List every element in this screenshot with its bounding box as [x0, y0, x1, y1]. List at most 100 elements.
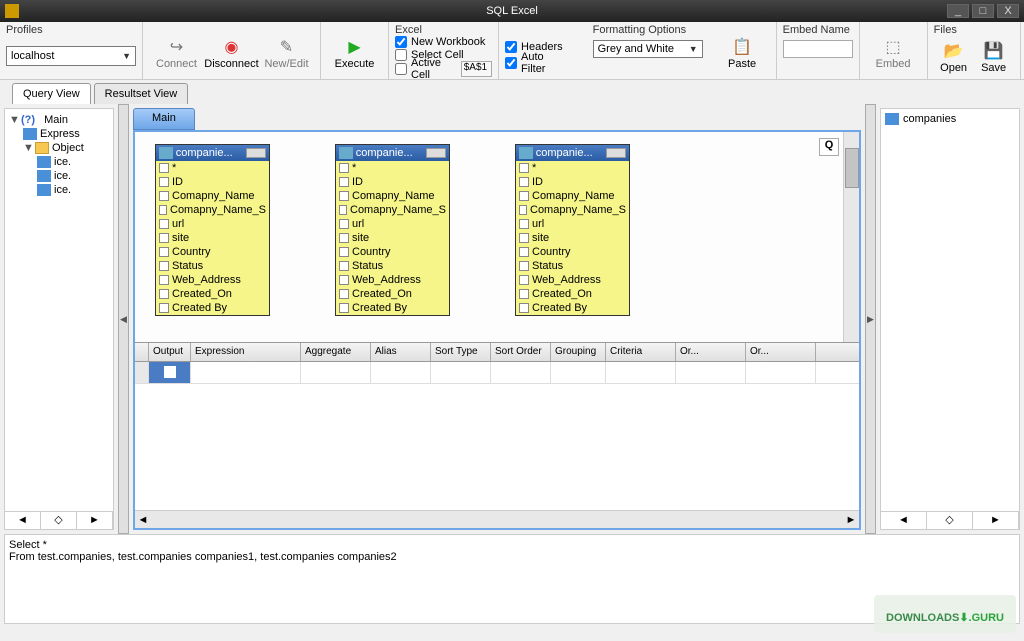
open-button[interactable]: 📂Open [934, 36, 974, 74]
table-window-1[interactable]: companie... *IDComapny_NameComapny_Name_… [155, 144, 270, 316]
column-row[interactable]: Country [516, 245, 629, 259]
save-button[interactable]: 💾Save [974, 36, 1014, 74]
col-or1[interactable]: Or... [676, 343, 746, 361]
embedname-label: Embed Name [783, 24, 853, 36]
tree-ice2[interactable]: ice. [9, 169, 109, 183]
column-row[interactable]: url [516, 217, 629, 231]
column-row[interactable]: Country [156, 245, 269, 259]
new-workbook-checkbox[interactable]: New Workbook [395, 36, 492, 49]
formatting-combo[interactable]: Grey and White▼ [593, 40, 703, 58]
newedit-button[interactable]: ✎New/Edit [259, 32, 314, 70]
rp-nav-right[interactable]: ► [973, 512, 1019, 529]
files-label: Files [934, 24, 1014, 36]
query-icon-button[interactable]: Q [819, 138, 839, 156]
table-window-3[interactable]: companie... *IDComapny_NameComapny_Name_… [515, 144, 630, 316]
embedname-field[interactable] [783, 40, 853, 58]
col-sorttype[interactable]: Sort Type [431, 343, 491, 361]
column-row[interactable]: * [336, 161, 449, 175]
column-row[interactable]: site [156, 231, 269, 245]
column-row[interactable]: Comapny_Name [156, 189, 269, 203]
tree-nav-right[interactable]: ► [77, 512, 113, 529]
criteria-grid-header: Output Expression Aggregate Alias Sort T… [135, 342, 859, 362]
watermark: DOWNLOADS⬇.GURU [874, 595, 1016, 633]
column-row[interactable]: Comapny_Name [336, 189, 449, 203]
cell-ref-field[interactable]: $A$1 [461, 61, 492, 77]
column-row[interactable]: Comapny_Name_S [516, 203, 629, 217]
tablewin-minimize-icon[interactable] [426, 148, 446, 158]
column-row[interactable]: Country [336, 245, 449, 259]
col-output[interactable]: Output [149, 343, 191, 361]
rp-nav-mid[interactable]: ◇ [927, 512, 973, 529]
active-cell-checkbox[interactable]: Active Cell $A$1 [395, 61, 492, 77]
splitter-right[interactable]: ▶ [865, 104, 876, 534]
paste-button[interactable]: 📋Paste [715, 32, 770, 70]
profiles-combo[interactable]: localhost ▼ [6, 46, 136, 66]
column-row[interactable]: * [156, 161, 269, 175]
tables-canvas[interactable]: Q companie... *IDComapny_NameComapny_Nam… [135, 132, 859, 342]
tree-nav-mid[interactable]: ◇ [41, 512, 77, 529]
column-row[interactable]: Created_On [336, 287, 449, 301]
column-row[interactable]: site [516, 231, 629, 245]
tab-query-view[interactable]: Query View [12, 83, 91, 104]
close-window-button[interactable]: X [997, 4, 1019, 18]
view-tabs: Query View Resultset View [0, 80, 1024, 104]
column-row[interactable]: Created By [336, 301, 449, 315]
tree-nav-left[interactable]: ◄ [5, 512, 41, 529]
column-row[interactable]: Status [336, 259, 449, 273]
column-row[interactable]: Web_Address [516, 273, 629, 287]
embed-button[interactable]: ⬚Embed [866, 32, 921, 70]
tablewin-minimize-icon[interactable] [246, 148, 266, 158]
column-row[interactable]: Created By [516, 301, 629, 315]
col-sortorder[interactable]: Sort Order [491, 343, 551, 361]
available-table-item[interactable]: companies [881, 109, 1019, 129]
designer-tab-main[interactable]: Main [133, 108, 195, 130]
column-row[interactable]: url [156, 217, 269, 231]
window-title: SQL Excel [486, 5, 538, 17]
table-window-2[interactable]: companie... *IDComapny_NameComapny_Name_… [335, 144, 450, 316]
column-row[interactable]: Web_Address [336, 273, 449, 287]
output-cell[interactable] [149, 362, 191, 383]
column-row[interactable]: Comapny_Name_S [156, 203, 269, 217]
tablewin-minimize-icon[interactable] [606, 148, 626, 158]
column-row[interactable]: Created_On [516, 287, 629, 301]
sql-text-area[interactable]: Select * From test.companies, test.compa… [4, 534, 1020, 624]
column-row[interactable]: Status [516, 259, 629, 273]
column-row[interactable]: site [336, 231, 449, 245]
minimize-button[interactable]: _ [947, 4, 969, 18]
app-icon [5, 4, 19, 18]
splitter-left[interactable]: ◀ [118, 104, 129, 534]
col-grouping[interactable]: Grouping [551, 343, 606, 361]
column-row[interactable]: ID [516, 175, 629, 189]
column-row[interactable]: * [516, 161, 629, 175]
col-alias[interactable]: Alias [371, 343, 431, 361]
col-criteria[interactable]: Criteria [606, 343, 676, 361]
tree-main[interactable]: ▼(?) Main [9, 113, 109, 127]
criteria-grid-row[interactable] [135, 362, 859, 384]
column-row[interactable]: Status [156, 259, 269, 273]
column-row[interactable]: Created By [156, 301, 269, 315]
maximize-button[interactable]: □ [972, 4, 994, 18]
canvas-scrollbar[interactable] [843, 132, 859, 342]
disconnect-button[interactable]: ◉Disconnect [204, 32, 259, 70]
column-row[interactable]: ID [156, 175, 269, 189]
rp-nav-left[interactable]: ◄ [881, 512, 927, 529]
tree-ice3[interactable]: ice. [9, 183, 109, 197]
column-row[interactable]: Created_On [156, 287, 269, 301]
column-row[interactable]: Comapny_Name [516, 189, 629, 203]
tree-ice1[interactable]: ice. [9, 155, 109, 169]
column-row[interactable]: Comapny_Name_S [336, 203, 449, 217]
titlebar: SQL Excel _ □ X [0, 0, 1024, 22]
column-row[interactable]: Web_Address [156, 273, 269, 287]
tree-object[interactable]: ▼Object [9, 141, 109, 155]
col-expression[interactable]: Expression [191, 343, 301, 361]
execute-button[interactable]: ▶Execute [327, 32, 382, 70]
connect-button[interactable]: ↪Connect [149, 32, 204, 70]
col-aggregate[interactable]: Aggregate [301, 343, 371, 361]
designer-hscroll[interactable]: ◄ ► [135, 510, 859, 528]
col-or2[interactable]: Or... [746, 343, 816, 361]
autofilter-checkbox[interactable]: Auto Filter [505, 55, 563, 71]
tree-express[interactable]: Express [9, 127, 109, 141]
column-row[interactable]: ID [336, 175, 449, 189]
column-row[interactable]: url [336, 217, 449, 231]
tab-resultset-view[interactable]: Resultset View [94, 83, 189, 104]
